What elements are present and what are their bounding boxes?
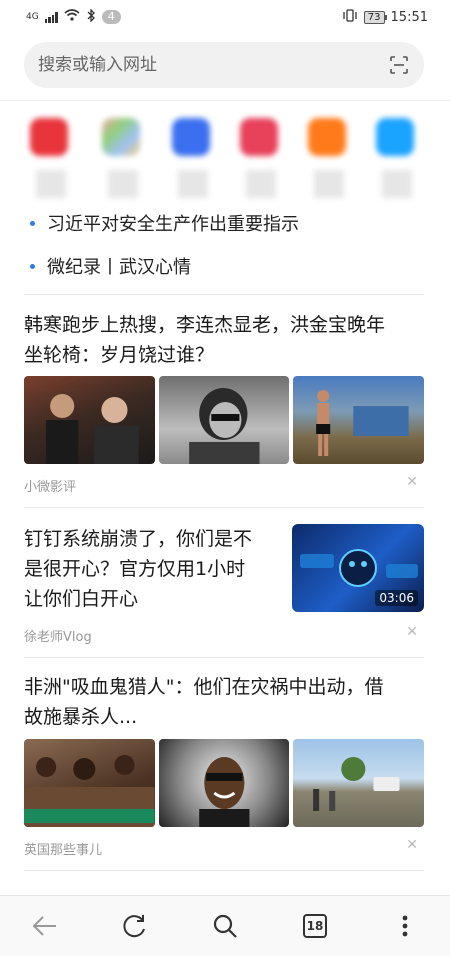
shortcut-icon xyxy=(30,118,68,156)
bullet-dot xyxy=(30,220,35,226)
feed-source[interactable]: 英国那些事儿 xyxy=(24,839,102,858)
divider xyxy=(24,507,424,508)
search-input[interactable] xyxy=(38,55,388,75)
bluetooth-icon xyxy=(86,7,96,26)
close-icon[interactable]: ✕ xyxy=(406,474,418,490)
shortcut-label xyxy=(108,170,138,198)
feed-image[interactable] xyxy=(24,376,155,464)
feed-source[interactable]: 小微影评 xyxy=(24,476,76,495)
shortcut-item[interactable] xyxy=(172,118,212,198)
shortcut-icon xyxy=(172,118,210,156)
wifi-icon xyxy=(64,9,80,25)
shortcut-icon xyxy=(308,118,346,156)
divider xyxy=(24,294,424,295)
shortcut-grid xyxy=(30,118,430,198)
back-button[interactable] xyxy=(23,904,67,948)
scan-icon[interactable] xyxy=(388,54,410,76)
shortcut-item[interactable] xyxy=(308,118,348,198)
feed-image[interactable] xyxy=(158,739,290,827)
video-duration: 03:06 xyxy=(375,590,418,606)
shortcut-label xyxy=(314,170,344,198)
hot-news-text[interactable]: 习近平对安全生产作出重要指示 xyxy=(47,214,299,235)
shortcut-icon xyxy=(376,118,414,156)
shortcut-label xyxy=(178,170,208,198)
feed-title-line: 钉钉系统崩溃了，你们是不 xyxy=(24,528,253,550)
signal-icon xyxy=(44,11,58,23)
shortcut-item[interactable] xyxy=(102,118,142,198)
feed-title-line: 坐轮椅：岁月饶过谁？ xyxy=(24,344,215,366)
feed-image[interactable] xyxy=(158,376,290,464)
video-thumbnail[interactable]: 03:06 xyxy=(292,524,424,612)
status-bar: 4G 4 73 15:51 xyxy=(0,0,450,34)
tab-count: 18 xyxy=(303,914,327,938)
feed-title-line: 让你们白开心 xyxy=(24,588,139,610)
bullet-dot xyxy=(30,263,35,269)
feed-title-line: 故施暴杀人... xyxy=(24,706,138,728)
shortcut-icon xyxy=(102,118,140,156)
search-button[interactable] xyxy=(203,904,247,948)
shortcut-label xyxy=(246,170,276,198)
feed-title[interactable]: 韩寒跑步上热搜，李连杰显老，洪金宝晚年 坐轮椅：岁月饶过谁？ xyxy=(24,310,385,370)
feed-image[interactable] xyxy=(293,739,425,827)
feed-title-line: 韩寒跑步上热搜，李连杰显老，洪金宝晚年 xyxy=(24,314,386,336)
network-label: 4G xyxy=(26,12,39,22)
notification-badge: 4 xyxy=(101,10,121,24)
status-right: 73 15:51 xyxy=(342,8,428,26)
feed-image-row[interactable] xyxy=(24,739,425,827)
hot-news-text[interactable]: 微纪录丨武汉心情 xyxy=(47,257,191,278)
clock: 15:51 xyxy=(390,9,428,25)
shortcut-label xyxy=(36,170,66,198)
shortcut-item[interactable] xyxy=(240,118,280,198)
hot-news-item[interactable]: 微纪录丨武汉心情 xyxy=(30,253,191,279)
close-icon[interactable]: ✕ xyxy=(406,624,418,640)
shortcut-icon xyxy=(240,118,278,156)
feed-title[interactable]: 钉钉系统崩溃了，你们是不 是很开心？官方仅用1小时 让你们白开心 xyxy=(24,524,280,614)
shortcut-item[interactable] xyxy=(376,118,416,198)
shortcut-label xyxy=(382,170,412,198)
shortcut-item[interactable] xyxy=(30,118,70,198)
feed-image[interactable] xyxy=(24,739,155,827)
tabs-button[interactable]: 18 xyxy=(293,904,337,948)
feed-source[interactable]: 徐老师Vlog xyxy=(24,626,92,645)
status-left: 4G 4 xyxy=(26,7,121,26)
feed-image-row[interactable] xyxy=(24,376,425,464)
divider xyxy=(24,657,424,658)
feed-image[interactable] xyxy=(293,376,425,464)
refresh-button[interactable] xyxy=(113,904,157,948)
hot-news-item[interactable]: 习近平对安全生产作出重要指示 xyxy=(30,210,299,236)
header-divider xyxy=(0,100,450,101)
feed-title-line: 是很开心？官方仅用1小时 xyxy=(24,558,246,580)
divider xyxy=(24,870,424,871)
feed-title[interactable]: 非洲"吸血鬼猎人"：他们在灾祸中出动，借 故施暴杀人... xyxy=(24,672,383,732)
vibrate-icon xyxy=(342,8,358,26)
search-bar[interactable] xyxy=(24,42,424,88)
close-icon[interactable]: ✕ xyxy=(406,837,418,853)
bottom-navigation-bar: 18 xyxy=(0,895,450,956)
battery-icon: 73 xyxy=(363,10,387,24)
feed-title-line: 非洲"吸血鬼猎人"：他们在灾祸中出动，借 xyxy=(24,676,384,698)
more-menu-button[interactable] xyxy=(383,904,427,948)
